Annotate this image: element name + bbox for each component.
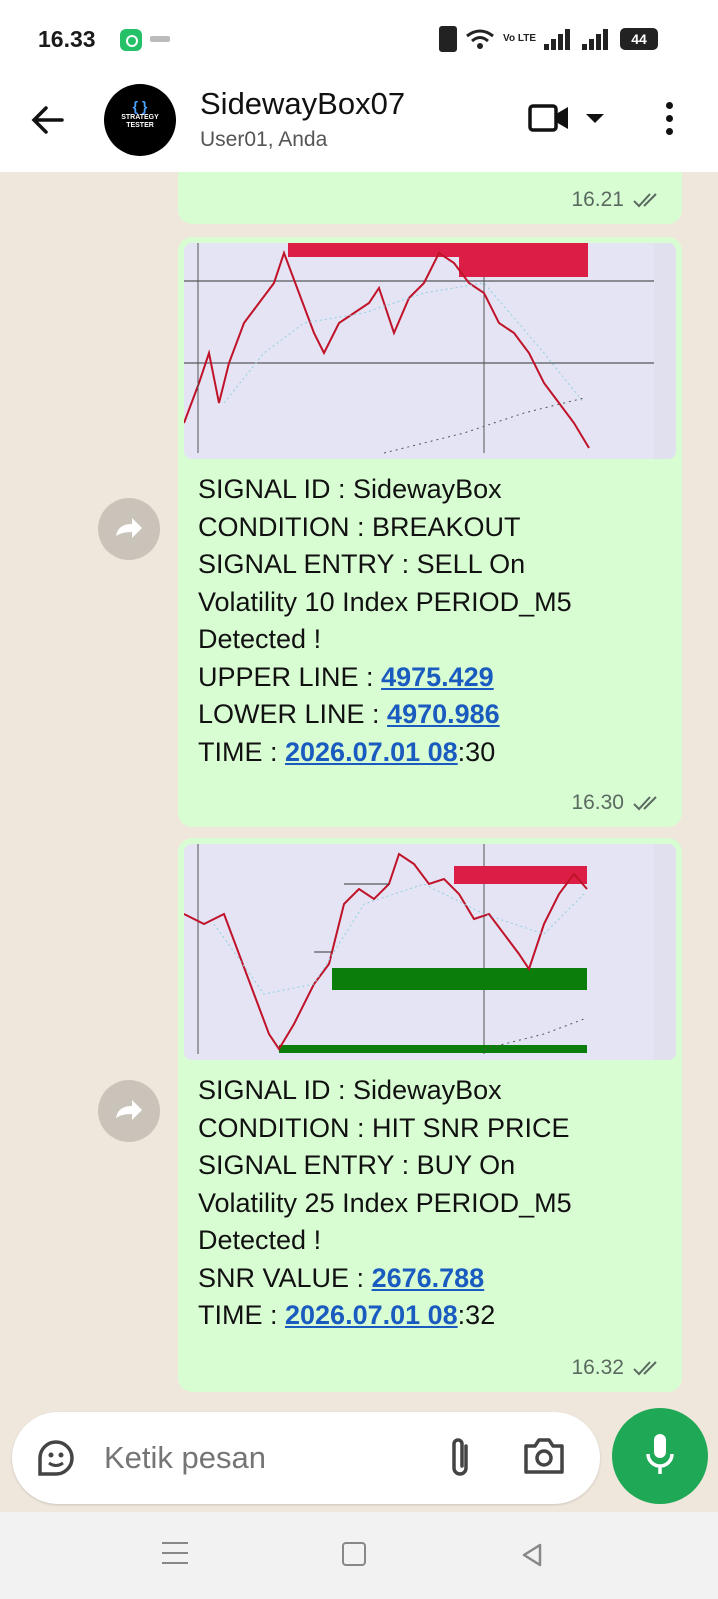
upper-line-value-link[interactable]: 4975.429: [381, 662, 494, 692]
chat-title[interactable]: SidewayBox07: [200, 86, 405, 122]
time-label: TIME :: [198, 736, 285, 767]
message-line: SIGNAL ID : SidewayBox: [198, 474, 502, 504]
message-line: Volatility 25 Index PERIOD_M5: [198, 1187, 572, 1218]
mic-icon: [646, 1434, 674, 1474]
time-link[interactable]: 2026.07.01 08: [285, 737, 458, 767]
message-line: Volatility 10 Index PERIOD_M5: [198, 586, 572, 617]
wifi-icon: [466, 29, 494, 49]
video-call-icon[interactable]: [528, 102, 570, 134]
message-input[interactable]: [104, 1440, 404, 1476]
forward-button[interactable]: [98, 498, 160, 560]
avatar[interactable]: { } STRATEGY TESTER: [104, 84, 176, 156]
forward-icon: [116, 518, 142, 538]
double-check-icon: [633, 796, 657, 811]
status-bar: 16.33 Vo LTE 44: [0, 0, 718, 78]
message-time: 16.32: [571, 1356, 624, 1379]
app-notification-icon: [120, 29, 142, 51]
attach-icon[interactable]: [442, 1434, 478, 1482]
nav-back-icon[interactable]: [520, 1542, 544, 1568]
avatar-text-2: TESTER: [126, 122, 154, 129]
chart-screenshot-image[interactable]: [184, 243, 676, 459]
system-nav-bar: [0, 1512, 718, 1599]
message-bubble[interactable]: SIGNAL ID : SidewayBox CONDITION : BREAK…: [178, 237, 682, 827]
mic-button[interactable]: [612, 1408, 708, 1504]
message-bubble[interactable]: 16.21: [178, 172, 682, 224]
avatar-text-1: STRATEGY: [121, 114, 159, 121]
chevron-down-icon[interactable]: [586, 114, 604, 123]
time-label: TIME :: [198, 1300, 285, 1330]
sticker-icon[interactable]: [34, 1436, 78, 1480]
message-meta: 16.32: [571, 1356, 662, 1380]
status-time: 16.33: [38, 26, 96, 52]
time-rest: :32: [457, 1300, 496, 1330]
message-meta: 16.21: [571, 188, 662, 212]
message-text: SIGNAL ID : SidewayBox CONDITION : BREAK…: [198, 471, 572, 771]
forward-icon: [116, 1100, 142, 1120]
chat-header: { } STRATEGY TESTER SidewayBox07 User01,…: [0, 78, 718, 172]
message-time: 16.30: [571, 791, 624, 814]
message-line: CONDITION : HIT SNR PRICE: [198, 1112, 570, 1143]
snr-value-link[interactable]: 2676.788: [372, 1263, 485, 1293]
more-vert-icon[interactable]: [666, 102, 674, 141]
signal-icon-2: [582, 28, 612, 50]
battery-icon: 44: [620, 28, 658, 50]
home-icon[interactable]: [342, 1542, 366, 1566]
recents-icon[interactable]: [162, 1542, 188, 1572]
message-line: SIGNAL ENTRY : BUY On: [198, 1150, 516, 1180]
chat-participants[interactable]: User01, Anda: [200, 128, 327, 152]
back-arrow-icon[interactable]: [28, 100, 68, 140]
message-line: Detected !: [198, 624, 322, 654]
avatar-logo-icon: { }: [132, 98, 148, 114]
chart-screenshot-image[interactable]: [184, 844, 676, 1060]
double-check-icon: [633, 193, 657, 208]
message-time: 16.21: [571, 188, 624, 211]
message-line: SIGNAL ID : SidewayBox: [198, 1075, 502, 1105]
lower-line-value-link[interactable]: 4970.986: [387, 699, 500, 729]
message-line: SIGNAL ENTRY : SELL On: [198, 549, 526, 579]
lower-line-label: LOWER LINE :: [198, 699, 388, 729]
forward-button[interactable]: [98, 1080, 160, 1142]
snr-value-label: SNR VALUE :: [198, 1262, 372, 1293]
message-bubble[interactable]: SIGNAL ID : SidewayBox CONDITION : HIT S…: [178, 838, 682, 1392]
message-line: CONDITION : BREAKOUT: [198, 511, 521, 542]
time-link[interactable]: 2026.07.01 08: [285, 1300, 458, 1330]
upper-line-label: UPPER LINE :: [198, 661, 382, 692]
camera-icon[interactable]: [522, 1436, 566, 1476]
volte-indicator: Vo LTE: [503, 33, 536, 44]
vibrate-icon: [439, 26, 458, 52]
message-line: Detected !: [198, 1225, 322, 1255]
message-meta: 16.30: [571, 791, 662, 815]
message-text: SIGNAL ID : SidewayBox CONDITION : HIT S…: [198, 1072, 572, 1335]
notification-icon: [150, 36, 170, 42]
message-composer: [12, 1412, 600, 1504]
double-check-icon: [633, 1361, 657, 1376]
signal-icon: [544, 28, 574, 50]
time-rest: :30: [457, 736, 496, 767]
